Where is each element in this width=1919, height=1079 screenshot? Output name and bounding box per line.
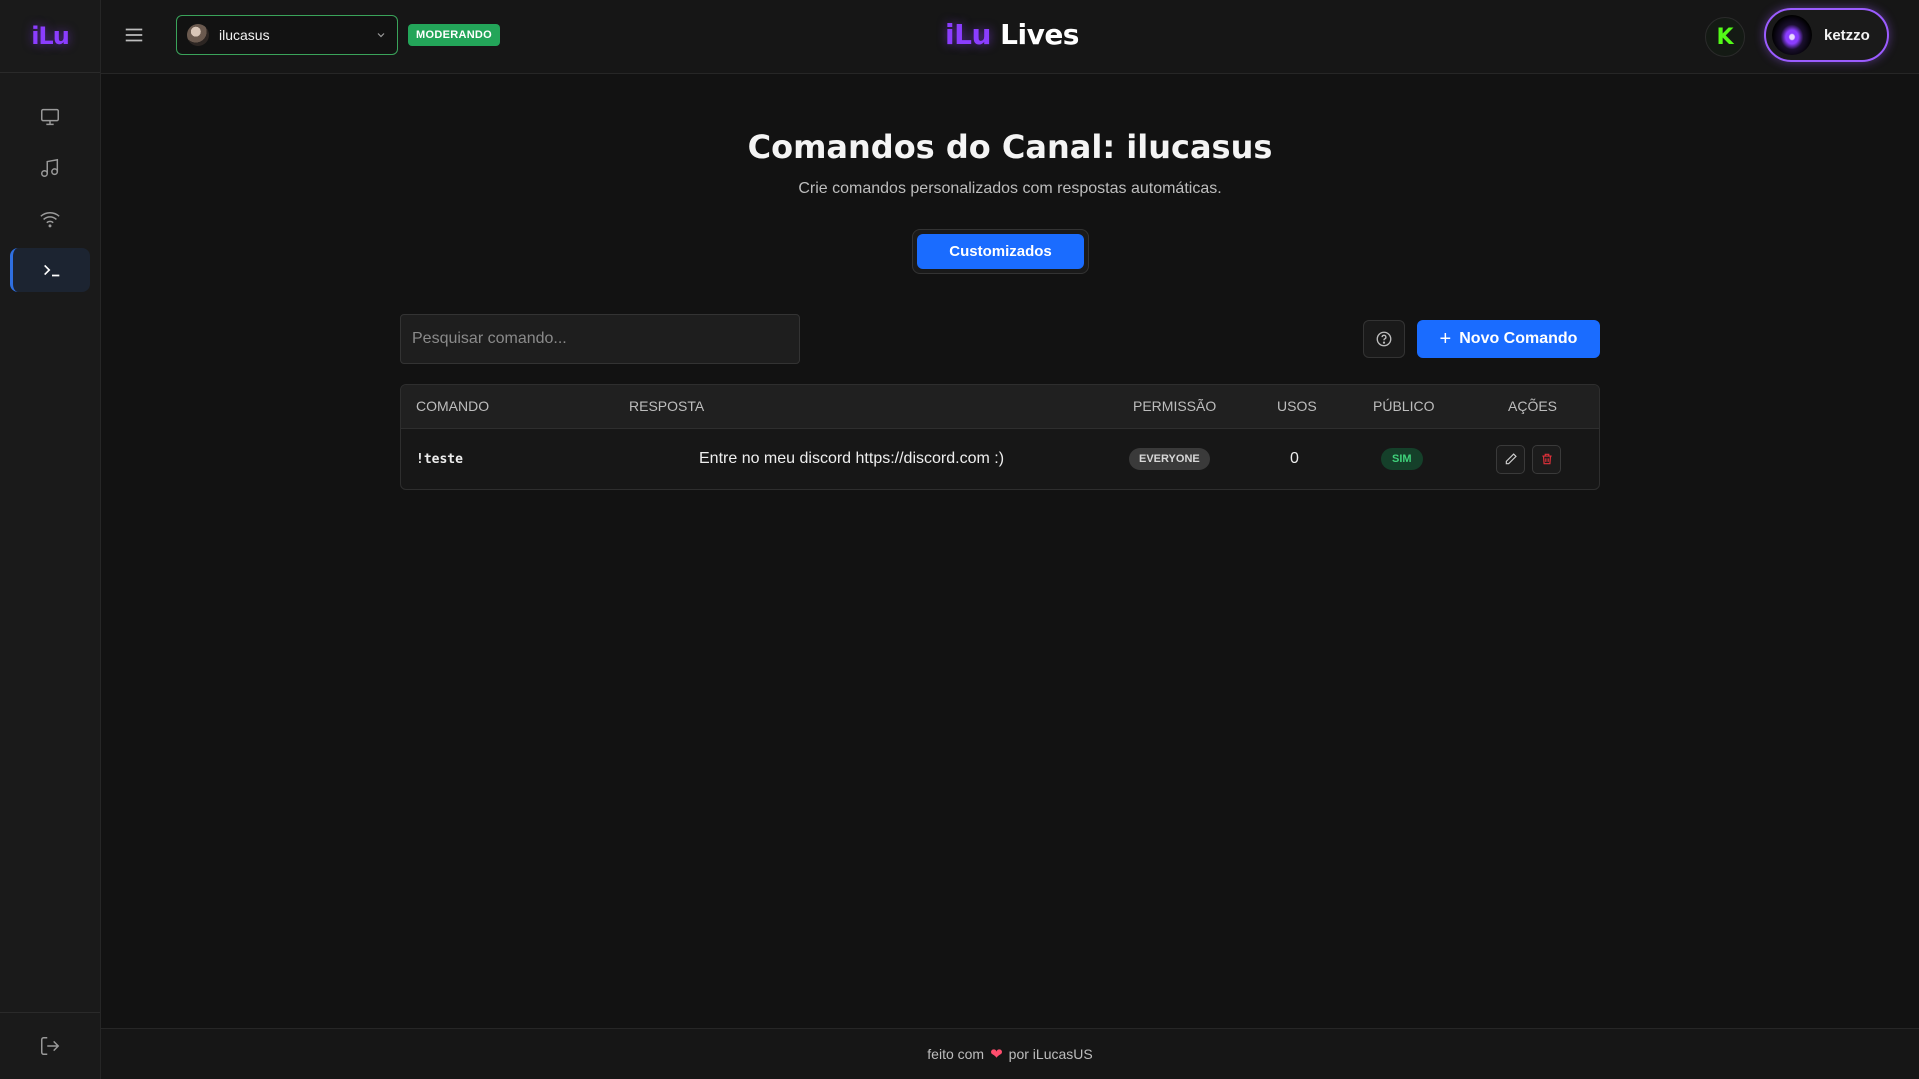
page-title: Comandos do Canal: ilucasus [747,128,1273,166]
terminal-icon [43,264,59,277]
help-button[interactable] [1363,320,1405,358]
heart-icon: ❤ [990,1046,1003,1063]
sidebar-item-music[interactable] [10,146,90,190]
monitor-icon [41,108,59,126]
edit-button[interactable] [1496,444,1525,474]
permission-cell: EVERYONE [1129,429,1210,489]
user-avatar [1772,15,1812,55]
table-row[interactable]: !teste Entre no meu discord https://disc… [401,429,1599,489]
sidebar-logo-text: iLu [31,22,70,50]
sidebar-item-connections[interactable] [10,197,90,241]
column-header-response: RESPOSTA [629,398,705,414]
user-name: ketzzo [1824,26,1870,44]
brand-logo: iLu Lives [945,18,1079,51]
sidebar: iLu [0,0,101,1079]
help-circle-icon [1376,331,1392,347]
new-command-label: Novo Comando [1459,330,1578,347]
brand-logo-part2: Lives [1000,18,1079,51]
kick-icon: K [1716,24,1734,50]
footer-text-start: feito com [927,1046,985,1062]
commands-table: COMANDO RESPOSTA PERMISSÃO USOS PÚBLICO … [400,384,1600,490]
column-header-permission: PERMISSÃO [1133,398,1217,414]
logout-icon [41,1037,60,1055]
wifi-icon [40,212,60,228]
new-command-button[interactable]: + Novo Comando [1417,320,1600,358]
column-header-actions: AÇÕES [1508,398,1558,414]
table-header: COMANDO RESPOSTA PERMISSÃO USOS PÚBLICO … [401,385,1599,429]
channel-select-value: ilucasus [219,27,270,43]
tab-customizados[interactable]: Customizados [917,234,1084,269]
permission-badge: EVERYONE [1129,448,1210,470]
hamburger-menu-icon[interactable] [123,24,145,46]
chevron-down-icon [377,33,385,38]
delete-button[interactable] [1532,444,1561,474]
tab-group: Customizados [912,229,1089,274]
pencil-icon [1505,453,1517,465]
page-subtitle: Crie comandos personalizados com respost… [798,180,1222,197]
public-badge: SIM [1381,448,1423,470]
column-header-uses: USOS [1277,398,1317,414]
sidebar-item-overlays[interactable] [10,95,90,139]
plus-icon: + [1439,328,1452,350]
public-cell: SIM [1381,429,1423,489]
moderating-badge: MODERANDO [408,24,501,46]
column-header-public: PÚBLICO [1373,398,1435,414]
column-header-command: COMANDO [416,398,490,414]
main-content: Comandos do Canal: ilucasus Crie comando… [101,74,1919,1029]
top-bar: ilucasus MODERANDO iLu Lives K ketzzo [101,0,1919,74]
footer-text-end: por iLucasUS [1008,1046,1093,1062]
actions-cell [1496,429,1561,489]
sidebar-logo[interactable]: iLu [0,0,100,73]
music-icon [41,158,59,177]
response-cell: Entre no meu discord https://discord.com… [699,450,1005,467]
command-cell: !teste [416,451,463,467]
logout-button[interactable] [0,1012,100,1079]
brand-logo-part1: iLu [945,18,991,51]
footer: feito com ❤ por iLucasUS [101,1028,1919,1079]
channel-select[interactable]: ilucasus [176,15,398,55]
kick-button[interactable]: K [1705,17,1745,57]
trash-icon [1541,453,1552,465]
user-profile-button[interactable]: ketzzo [1764,8,1889,62]
sidebar-item-commands[interactable] [10,248,90,292]
channel-avatar [187,24,209,46]
uses-cell: 0 [1290,450,1299,467]
sidebar-nav [0,95,100,292]
search-input[interactable] [400,314,800,364]
